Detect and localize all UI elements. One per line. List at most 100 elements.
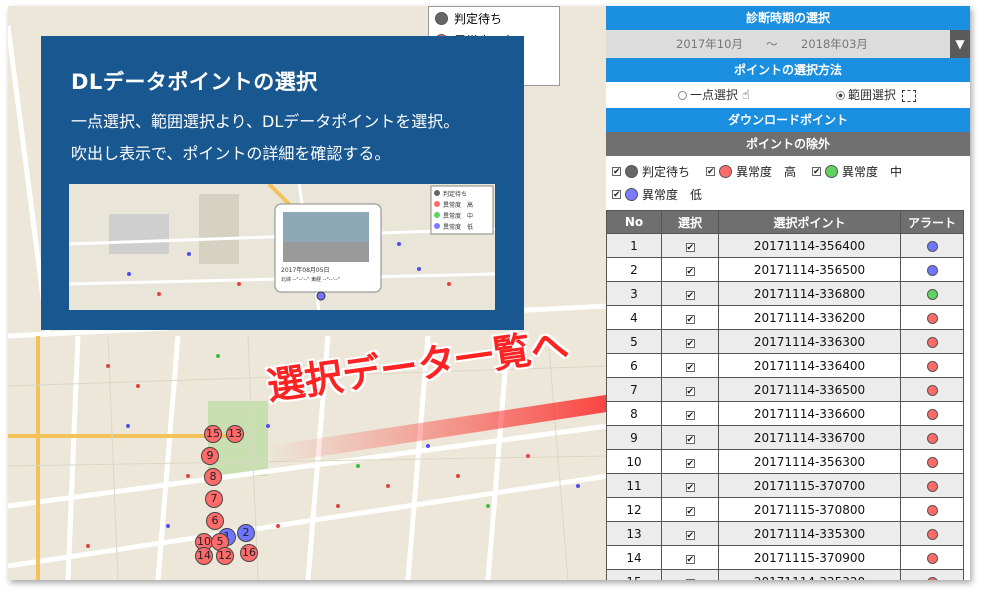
table-row[interactable]: 10 ✔ 20171114-356300 — [606, 449, 964, 474]
table-row[interactable]: 12 ✔ 20171115-370800 — [606, 497, 964, 522]
row-checkbox[interactable]: ✔ — [685, 578, 695, 580]
exclude-high-checkbox[interactable]: ✔ — [706, 167, 716, 177]
row-checkbox[interactable]: ✔ — [685, 314, 695, 324]
table-row[interactable]: 2 ✔ 20171114-356500 — [606, 257, 964, 282]
map-marker[interactable]: 13 — [226, 425, 244, 443]
row-select[interactable]: ✔ — [661, 233, 719, 258]
row-alert — [900, 233, 964, 258]
exclude-mid-checkbox[interactable]: ✔ — [812, 167, 822, 177]
row-checkbox[interactable]: ✔ — [685, 290, 695, 300]
row-point: 20171114-336500 — [718, 377, 901, 402]
row-checkbox[interactable]: ✔ — [685, 554, 695, 564]
table-row[interactable]: 11 ✔ 20171115-370700 — [606, 473, 964, 498]
radio-single[interactable] — [678, 91, 687, 100]
exclude-mid[interactable]: ✔ 異常度 中 — [812, 163, 902, 180]
map-marker[interactable]: 7 — [205, 490, 223, 508]
table-row[interactable]: 13 ✔ 20171114-335300 — [606, 521, 964, 546]
exclude-pending-checkbox[interactable]: ✔ — [612, 167, 621, 177]
map-marker[interactable]: 8 — [204, 468, 222, 486]
row-no: 6 — [606, 353, 662, 378]
row-select[interactable]: ✔ — [661, 449, 719, 474]
row-no: 14 — [606, 545, 662, 570]
row-alert — [900, 521, 964, 546]
row-select[interactable]: ✔ — [661, 401, 719, 426]
row-checkbox[interactable]: ✔ — [685, 242, 695, 252]
row-alert — [900, 305, 964, 330]
row-checkbox[interactable]: ✔ — [685, 506, 695, 516]
map-marker[interactable]: 16 — [240, 544, 258, 562]
row-alert — [900, 329, 964, 354]
row-no: 8 — [606, 401, 662, 426]
high-dot-icon — [719, 165, 733, 178]
row-checkbox[interactable]: ✔ — [685, 362, 695, 372]
alert-dot-icon — [926, 576, 938, 580]
exclude-pending[interactable]: ✔ 判定待ち — [612, 163, 690, 180]
row-select[interactable]: ✔ — [661, 473, 719, 498]
period-from: 2017年10月 — [676, 37, 743, 51]
row-checkbox[interactable]: ✔ — [685, 530, 695, 540]
row-select[interactable]: ✔ — [661, 377, 719, 402]
table-row[interactable]: 15 ✔ 20171114-335320 — [606, 569, 964, 580]
row-alert — [900, 401, 964, 426]
table-row[interactable]: 6 ✔ 20171114-336400 — [606, 353, 964, 378]
row-no: 4 — [606, 305, 662, 330]
table-row[interactable]: 8 ✔ 20171114-336600 — [606, 401, 964, 426]
table-row[interactable]: 9 ✔ 20171114-336700 — [606, 425, 964, 450]
row-checkbox[interactable]: ✔ — [685, 410, 695, 420]
row-select[interactable]: ✔ — [661, 521, 719, 546]
row-checkbox[interactable]: ✔ — [685, 386, 695, 396]
table-row[interactable]: 3 ✔ 20171114-336800 — [606, 281, 964, 306]
radio-range[interactable] — [836, 91, 845, 100]
row-point: 20171115-370900 — [718, 545, 901, 570]
exclude-high[interactable]: ✔ 異常度 高 — [706, 163, 796, 180]
row-checkbox[interactable]: ✔ — [685, 458, 695, 468]
exclude-low-checkbox[interactable]: ✔ — [612, 190, 621, 200]
row-select[interactable]: ✔ — [661, 257, 719, 282]
row-point: 20171114-336800 — [718, 281, 901, 306]
row-select[interactable]: ✔ — [661, 329, 719, 354]
alert-dot-icon — [926, 240, 938, 252]
map-marker[interactable]: 6 — [206, 512, 224, 530]
row-point: 20171114-356400 — [718, 233, 901, 258]
row-checkbox[interactable]: ✔ — [685, 434, 695, 444]
alert-dot-icon — [926, 360, 938, 372]
dropdown-arrow-icon[interactable]: ▼ — [950, 30, 970, 58]
alert-dot-icon — [926, 552, 938, 564]
row-select[interactable]: ✔ — [661, 545, 719, 570]
row-select[interactable]: ✔ — [661, 281, 719, 306]
row-point: 20171114-335300 — [718, 521, 901, 546]
table-row[interactable]: 7 ✔ 20171114-336500 — [606, 377, 964, 402]
row-select[interactable]: ✔ — [661, 425, 719, 450]
exclude-low[interactable]: ✔ 異常度 低 — [612, 186, 702, 203]
map-marker[interactable]: 15 — [204, 425, 222, 443]
row-select[interactable]: ✔ — [661, 305, 719, 330]
map-marker[interactable]: 12 — [216, 547, 234, 565]
row-no: 9 — [606, 425, 662, 450]
table-row[interactable]: 14 ✔ 20171115-370900 — [606, 545, 964, 570]
pending-dot-icon — [435, 11, 448, 25]
map-marker[interactable]: 2 — [237, 524, 255, 542]
row-checkbox[interactable]: ✔ — [685, 266, 695, 276]
table-row[interactable]: 5 ✔ 20171114-336300 — [606, 329, 964, 354]
row-no: 12 — [606, 497, 662, 522]
table-row[interactable]: 4 ✔ 20171114-336200 — [606, 305, 964, 330]
mid-dot-icon — [825, 165, 839, 178]
row-point: 20171114-336600 — [718, 401, 901, 426]
method-range-option[interactable]: 範囲選択 — [836, 82, 916, 108]
row-alert — [900, 545, 964, 570]
download-header[interactable]: ダウンロードポイント — [606, 108, 970, 132]
period-separator: ～ — [766, 37, 778, 51]
row-select[interactable]: ✔ — [661, 569, 719, 580]
period-to: 2018年03月 — [801, 37, 868, 51]
row-checkbox[interactable]: ✔ — [685, 482, 695, 492]
map-marker[interactable]: 14 — [195, 547, 213, 565]
row-point: 20171114-336700 — [718, 425, 901, 450]
row-select[interactable]: ✔ — [661, 353, 719, 378]
table-row[interactable]: 1 ✔ 20171114-356400 — [606, 233, 964, 258]
period-select[interactable]: 2017年10月 ～ 2018年03月 ▼ — [606, 30, 970, 58]
row-checkbox[interactable]: ✔ — [685, 338, 695, 348]
map-marker[interactable]: 9 — [201, 447, 219, 465]
method-single-option[interactable]: 一点選択 ☝ — [678, 82, 750, 109]
row-select[interactable]: ✔ — [661, 497, 719, 522]
row-alert — [900, 257, 964, 282]
